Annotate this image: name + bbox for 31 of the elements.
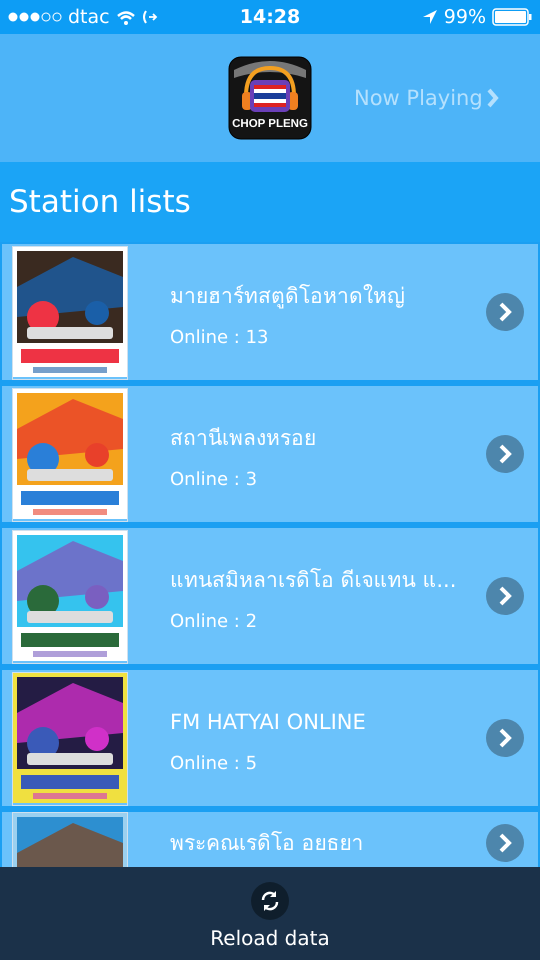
- chevron-icon: [498, 302, 512, 322]
- wifi-icon: [116, 10, 136, 24]
- chevron-icon: [486, 88, 499, 108]
- section-title: Station lists: [9, 184, 191, 220]
- online-count: Online : 2: [170, 610, 258, 632]
- call-forward-icon: [142, 9, 158, 25]
- open-station-button[interactable]: [486, 293, 524, 331]
- station-name: พระคณเรดิโอ อยธยา: [170, 830, 365, 857]
- open-station-button[interactable]: [486, 435, 524, 473]
- app-logo: CHOP PLENG: [228, 56, 312, 140]
- battery-icon: [492, 8, 532, 26]
- chevron-icon: [498, 833, 512, 853]
- open-station-button[interactable]: [486, 577, 524, 615]
- carrier-name: dtac: [68, 6, 110, 28]
- station-name: มายฮาร์ทสตูดิโอหาดใหญ่: [170, 282, 406, 310]
- station-name: FM HATYAI ONLINE: [170, 708, 367, 736]
- station-name: แทนสมิหลาเรดิโอ ดีเจแทน แ...: [170, 566, 456, 594]
- station-name: สถานีเพลงหรอย: [170, 424, 317, 452]
- online-count: Online : 13: [170, 326, 270, 348]
- chevron-icon: [498, 444, 512, 464]
- open-station-button[interactable]: [486, 719, 524, 757]
- online-count: Online : 5: [170, 752, 258, 774]
- battery-percent: 99%: [444, 6, 486, 28]
- chevron-icon: [498, 728, 512, 748]
- reload-button[interactable]: Reload data: [210, 874, 330, 954]
- signal-icon: [8, 11, 62, 23]
- chevron-icon: [498, 586, 512, 606]
- open-station-button[interactable]: [486, 824, 524, 862]
- location-icon: [422, 9, 438, 25]
- clock: 14:28: [240, 6, 300, 28]
- online-count: Online : 3: [170, 468, 258, 490]
